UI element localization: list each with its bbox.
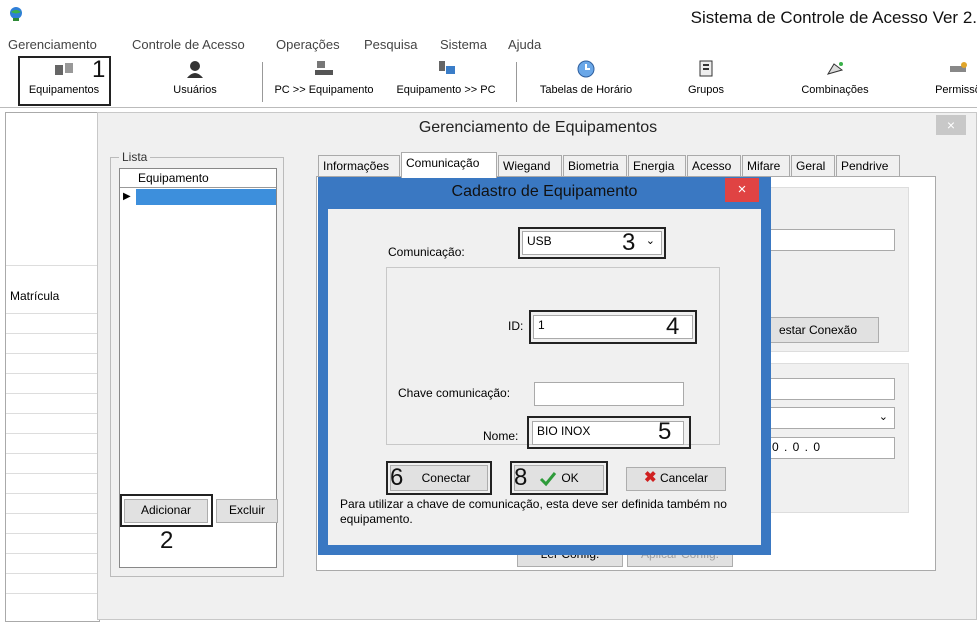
communication-key-note: Para utilizar a chave de comunicação, es…	[340, 497, 727, 526]
tab-wiegand[interactable]: Wiegand	[498, 155, 562, 177]
manager-title: Gerenciamento de Equipamentos	[418, 119, 658, 136]
cadastro-equipamento-dialog: Cadastro de Equipamento × Comunicação: U…	[318, 177, 771, 555]
tab-acesso[interactable]: Acesso	[687, 155, 741, 177]
tab-informacoes[interactable]: Informações	[318, 155, 400, 177]
window-title: Sistema de Controle de Acesso Ver 2.	[690, 8, 977, 27]
app-globe-icon	[10, 7, 22, 21]
toolbar-separator	[262, 62, 263, 102]
menu-operacoes[interactable]: Operações	[276, 37, 340, 52]
dialog-body: Comunicação: USB ⌄ 3 ID: 1 4 Chave comun…	[328, 209, 761, 545]
chave-comunicacao-field[interactable]	[534, 382, 684, 406]
grid-row-line	[6, 333, 101, 334]
grid-row-line	[6, 453, 101, 454]
pc-to-equipment-label: PC >> Equipamento	[274, 84, 374, 96]
grid-row-line	[6, 553, 101, 554]
equipamento-column-header: Equipamento	[138, 171, 209, 185]
equipment-list-header: Equipamento	[120, 169, 276, 188]
tab-comunicacao[interactable]: Comunicação	[401, 152, 497, 178]
users-icon	[187, 61, 203, 78]
grid-row-line	[6, 493, 101, 494]
lista-label: Lista	[119, 150, 151, 164]
cancel-x-icon: ✖	[644, 469, 657, 486]
tab-mifare[interactable]: Mifare	[742, 155, 790, 177]
grid-row-line	[6, 373, 101, 374]
combinacoes-label: Combinações	[801, 84, 869, 96]
pc-to-equipment-button[interactable]: PC >> Equipamento	[268, 56, 380, 106]
grid-row-line	[6, 533, 101, 534]
menu-ajuda[interactable]: Ajuda	[508, 37, 541, 52]
matricula-header: Matrícula	[10, 289, 60, 303]
menu-pesquisa[interactable]: Pesquisa	[364, 37, 417, 52]
divider	[6, 265, 101, 266]
chevron-down-icon: ⌄	[878, 411, 888, 423]
permissions-icon	[950, 62, 967, 72]
callout-6: 6	[390, 464, 404, 491]
grid-row-line	[6, 473, 101, 474]
equipment-transfer-icon	[439, 61, 455, 74]
grid-row-line	[6, 393, 101, 394]
grid-row-line	[6, 353, 101, 354]
toolbar-separator	[516, 62, 517, 102]
pc-transfer-icon	[315, 61, 333, 75]
tab-energia[interactable]: Energia	[628, 155, 686, 177]
callout-3: 3	[622, 229, 636, 256]
background-list-panel: Matrícula	[5, 112, 101, 622]
dialog-title: Cadastro de Equipamento	[451, 183, 638, 200]
grid-row-line	[6, 433, 101, 434]
tabelas-horario-label: Tabelas de Horário	[539, 84, 633, 96]
tab-pendrive[interactable]: Pendrive	[836, 155, 900, 177]
equipment-to-pc-label: Equipamento >> PC	[396, 84, 496, 96]
menu-controle-acesso[interactable]: Controle de Acesso	[132, 37, 245, 52]
callout-box-2	[120, 494, 213, 527]
grid-row-line	[6, 313, 101, 314]
callout-8: 8	[514, 464, 528, 491]
grupos-button[interactable]: Grupos	[676, 56, 736, 106]
equipment-to-pc-button[interactable]: Equipamento >> PC	[382, 56, 510, 106]
grid-row-line	[6, 573, 101, 574]
callout-1: 1	[92, 56, 106, 83]
nome-label: Nome:	[483, 429, 519, 443]
cancelar-button[interactable]: ✖ Cancelar	[626, 467, 726, 491]
grupos-label: Grupos	[687, 84, 725, 96]
usuarios-label: Usuários	[173, 84, 217, 96]
combinacoes-button[interactable]: Combinações	[790, 56, 880, 106]
comunicacao-label: Comunicação:	[388, 245, 465, 259]
grid-row-line	[6, 593, 101, 594]
clock-icon	[577, 60, 595, 78]
tab-geral[interactable]: Geral	[791, 155, 835, 177]
ip-address-field[interactable]: 0 . 0 . 0	[767, 437, 895, 459]
background-input[interactable]	[767, 229, 895, 251]
manager-close-button[interactable]: ×	[936, 115, 966, 135]
menu-sistema[interactable]: Sistema	[440, 37, 487, 52]
title-bar: Sistema de Controle de Acesso Ver 2.	[0, 0, 977, 34]
selected-list-row[interactable]	[136, 189, 276, 205]
chave-comunicacao-label: Chave comunicação:	[398, 386, 511, 400]
combinations-icon	[826, 62, 844, 75]
menu-gerenciamento[interactable]: Gerenciamento	[8, 37, 97, 52]
background-select[interactable]: ⌄	[767, 407, 895, 429]
groups-icon	[699, 60, 713, 77]
test-connection-button[interactable]: estar Conexão	[757, 317, 879, 343]
callout-4: 4	[666, 313, 680, 340]
permissoes-label: Permissõ	[935, 84, 977, 96]
usuarios-button[interactable]: Usuários	[160, 56, 230, 106]
excluir-button[interactable]: Excluir	[216, 499, 278, 523]
background-input[interactable]	[767, 378, 895, 400]
tabelas-horario-button[interactable]: Tabelas de Horário	[526, 56, 646, 106]
tab-biometria[interactable]: Biometria	[563, 155, 627, 177]
grid-row-line	[6, 513, 101, 514]
callout-box-3	[518, 227, 666, 259]
grid-row-line	[6, 413, 101, 414]
callout-2: 2	[160, 527, 174, 554]
toolbar: Equipamentos 1 Usuários PC >> Equipament…	[0, 56, 977, 108]
permissoes-button[interactable]: Permissõ	[928, 56, 977, 106]
cancelar-label: Cancelar	[659, 471, 708, 485]
menu-bar: Gerenciamento Controle de Acesso Operaçõ…	[0, 34, 977, 56]
callout-5: 5	[658, 418, 672, 445]
row-pointer-icon: ▶	[123, 191, 131, 202]
id-label: ID:	[508, 319, 524, 333]
dialog-close-button[interactable]: ×	[725, 178, 759, 202]
